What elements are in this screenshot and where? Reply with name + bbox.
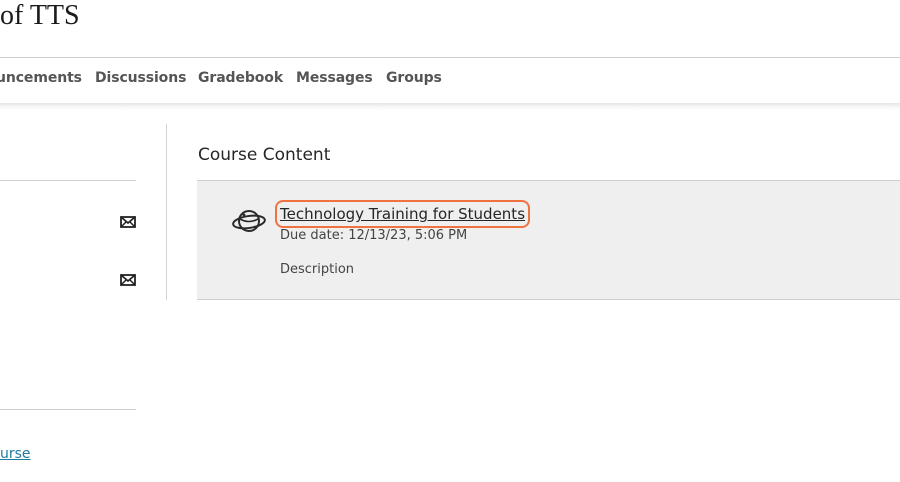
column-divider bbox=[166, 124, 167, 300]
mail-icon[interactable] bbox=[120, 272, 136, 288]
tab-gradebook[interactable]: Gradebook bbox=[198, 70, 283, 86]
tab-discussions[interactable]: Discussions bbox=[95, 70, 186, 86]
course-title: of TTS bbox=[0, 0, 80, 31]
mail-icon[interactable] bbox=[120, 214, 136, 230]
sidebar-divider bbox=[0, 409, 136, 410]
content-item-title-link[interactable]: Technology Training for Students bbox=[275, 200, 531, 228]
tab-messages[interactable]: Messages bbox=[296, 70, 373, 86]
tab-groups[interactable]: Groups bbox=[386, 70, 442, 86]
due-date: Due date: 12/13/23, 5:06 PM bbox=[280, 228, 468, 243]
section-heading: Course Content bbox=[198, 145, 331, 165]
content-item: Technology Training for Students Due dat… bbox=[197, 181, 900, 300]
description: Description bbox=[280, 262, 355, 277]
course-nav: uncements Discussions Gradebook Messages… bbox=[0, 58, 900, 102]
nav-shadow bbox=[0, 103, 900, 110]
sidebar-divider bbox=[0, 180, 136, 181]
planet-icon bbox=[232, 210, 266, 232]
course-link[interactable]: urse bbox=[0, 446, 31, 462]
tab-announcements[interactable]: uncements bbox=[0, 70, 82, 86]
